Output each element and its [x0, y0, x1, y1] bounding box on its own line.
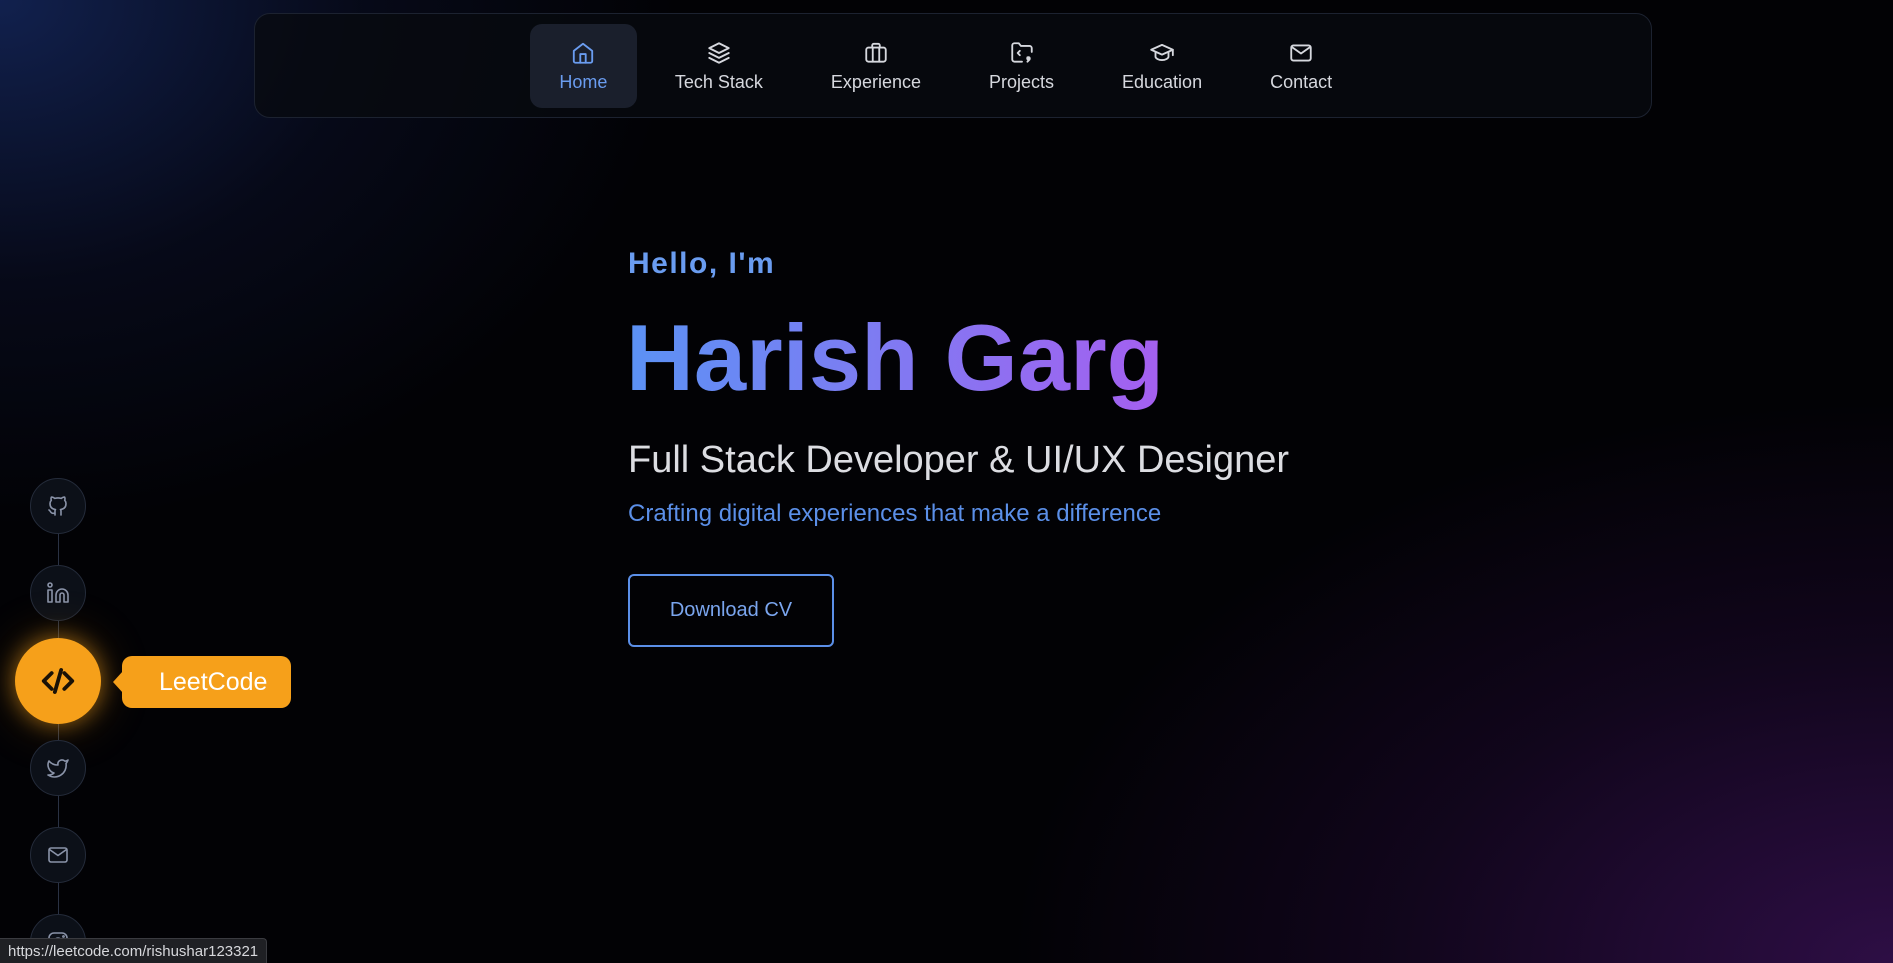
nav-label-education: Education [1122, 71, 1203, 92]
nav-item-projects[interactable]: Projects [959, 24, 1084, 108]
briefcase-icon [865, 42, 887, 63]
mail-icon [48, 847, 68, 863]
browser-status-url: https://leetcode.com/rishushar123321 [0, 938, 268, 963]
nav-item-contact[interactable]: Contact [1240, 24, 1362, 108]
nav-items: Home Tech Stack Experience Projects Educ… [529, 23, 1362, 108]
layers-icon [708, 41, 730, 64]
linkedin-icon [47, 582, 69, 603]
nav-label-projects: Projects [988, 71, 1055, 92]
github-icon [48, 496, 67, 516]
hero-tagline: Crafting digital experiences that make a… [628, 500, 1162, 527]
nav-item-home[interactable]: Home [529, 23, 637, 108]
social-linkedin[interactable] [30, 565, 86, 621]
social-github[interactable] [30, 478, 86, 534]
nav-label-experience: Experience [830, 71, 921, 92]
top-navbar: Home Tech Stack Experience Projects Educ… [254, 13, 1652, 118]
nav-label-home: Home [559, 71, 608, 92]
hero-name: Harish Garg [626, 303, 1164, 413]
nav-item-tech-stack[interactable]: Tech Stack [645, 24, 793, 108]
home-icon [573, 42, 594, 64]
leetcode-tooltip: LeetCode [122, 656, 292, 708]
hero-section: Hello, I'm Harish Garg Full Stack Develo… [626, 245, 1289, 647]
social-twitter[interactable] [30, 740, 86, 796]
mail-icon [1290, 43, 1312, 62]
nav-item-education[interactable]: Education [1092, 24, 1232, 108]
twitter-icon [47, 759, 69, 778]
nav-label-tech-stack: Tech Stack [674, 71, 763, 92]
folder-code-icon [1010, 41, 1033, 63]
code-icon [41, 668, 75, 694]
nav-label-contact: Contact [1270, 71, 1333, 92]
social-leetcode[interactable] [15, 638, 101, 724]
portfolio-page: Home Tech Stack Experience Projects Educ… [0, 0, 1893, 963]
graduation-cap-icon [1150, 43, 1174, 61]
hero-greeting: Hello, I'm [628, 247, 776, 280]
nav-item-experience[interactable]: Experience [801, 24, 951, 108]
hero-role: Full Stack Developer & UI/UX Designer [628, 439, 1290, 481]
download-cv-button[interactable]: Download CV [628, 574, 834, 647]
social-email[interactable] [30, 827, 86, 883]
